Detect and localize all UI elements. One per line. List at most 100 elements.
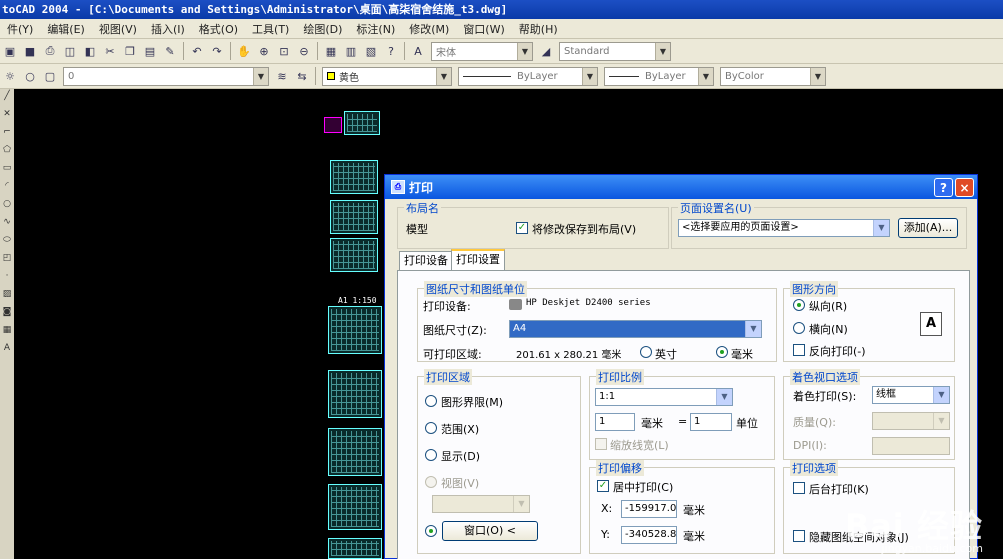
inch-radio[interactable] — [640, 346, 652, 358]
redo-icon[interactable]: ↷ — [208, 42, 226, 60]
window-radio[interactable] — [425, 525, 437, 537]
print-icon[interactable]: ⎙ — [41, 42, 59, 60]
chevron-down-icon: ▼ — [513, 496, 529, 512]
font-combo[interactable]: 宋体 ▼ — [431, 41, 533, 61]
point-icon[interactable]: · — [1, 271, 13, 287]
background-plot-checkbox[interactable] — [793, 482, 805, 494]
linetype-combo[interactable]: ByLayer ▼ — [458, 66, 598, 86]
zoom-previous-icon[interactable]: ⊖ — [295, 42, 313, 60]
scale-unit-input[interactable]: 1 — [690, 413, 732, 431]
drawing-sheet-1 — [330, 160, 378, 194]
tab-plot-device[interactable]: 打印设备 — [399, 251, 453, 271]
properties-icon[interactable]: ▦ — [322, 42, 340, 60]
menu-tools[interactable]: 工具(T) — [245, 21, 296, 37]
zoom-realtime-icon[interactable]: ⊕ — [255, 42, 273, 60]
menu-file[interactable]: 件(Y) — [0, 21, 40, 37]
menu-dimension[interactable]: 标注(N) — [349, 21, 402, 37]
dialog-titlebar[interactable]: ⎙ 打印 — [385, 175, 977, 199]
color-combo[interactable]: 黄色 ▼ — [322, 66, 452, 86]
menu-help[interactable]: 帮助(H) — [512, 21, 565, 37]
view-radio[interactable] — [425, 476, 437, 488]
hide-paperspace-checkbox[interactable] — [793, 530, 805, 542]
preview-icon[interactable]: ◫ — [61, 42, 79, 60]
help-icon[interactable]: ? — [382, 42, 400, 60]
dialog-title: 打印 — [409, 180, 434, 195]
menu-format[interactable]: 格式(O) — [192, 21, 245, 37]
portrait-radio[interactable] — [793, 299, 805, 311]
menu-edit[interactable]: 编辑(E) — [40, 21, 92, 37]
save-icon[interactable]: ■ — [21, 42, 39, 60]
extents-radio[interactable] — [425, 422, 437, 434]
menu-modify[interactable]: 修改(M) — [402, 21, 456, 37]
window-pick-button[interactable]: 窗口(O) < — [442, 521, 538, 541]
line-icon[interactable]: ╱ — [1, 91, 13, 107]
scale-mm-input[interactable]: 1 — [595, 413, 635, 431]
menu-draw[interactable]: 绘图(D) — [296, 21, 349, 37]
plot-area-group: 打印区域 图形界限(M) 范围(X) 显示(D) 视图(V) ▼ 窗口(O) < — [417, 369, 581, 554]
zoom-window-icon[interactable]: ⊡ — [275, 42, 293, 60]
construction-line-icon[interactable]: ✕ — [1, 109, 13, 125]
match-prop-icon[interactable]: ✎ — [161, 42, 179, 60]
offset-x-input[interactable]: -159917.0 — [621, 500, 677, 518]
tab-plot-settings[interactable]: 打印设置 — [451, 249, 505, 271]
drawing-sheet-3 — [330, 238, 378, 272]
paper-size-select[interactable]: A4 ▼ — [509, 320, 762, 338]
copy-icon[interactable]: ❐ — [121, 42, 139, 60]
view-select[interactable]: ▼ — [432, 495, 530, 513]
limits-radio[interactable] — [425, 395, 437, 407]
chevron-down-icon: ▼ — [716, 389, 732, 405]
new-icon[interactable]: ▣ — [1, 42, 19, 60]
dpi-input[interactable] — [872, 437, 950, 455]
layer-manager-icon[interactable]: ≋ — [273, 67, 291, 85]
tool-palette-icon[interactable]: ▧ — [362, 42, 380, 60]
mtext-icon[interactable]: A — [1, 343, 13, 359]
save-to-layout-label: 将修改保存到布局(V) — [532, 223, 637, 236]
page-setup-select[interactable]: <选择要应用的页面设置> ▼ — [678, 219, 890, 237]
help-button[interactable]: ? — [934, 178, 953, 197]
mm-radio[interactable] — [716, 346, 728, 358]
rectangle-icon[interactable]: ▭ — [1, 163, 13, 179]
polyline-icon[interactable]: ⌐ — [1, 127, 13, 143]
center-plot-checkbox[interactable]: ✓ — [597, 480, 609, 492]
publish-icon[interactable]: ◧ — [81, 42, 99, 60]
style-combo[interactable]: Standard ▼ — [559, 41, 671, 61]
arc-icon[interactable]: ◜ — [1, 181, 13, 197]
text-style-icon[interactable]: A — [409, 42, 427, 60]
add-page-setup-button[interactable]: 添加(A)... — [898, 218, 958, 238]
design-center-icon[interactable]: ▥ — [342, 42, 360, 60]
lineweight-combo[interactable]: ByLayer ▼ — [604, 66, 714, 86]
display-radio[interactable] — [425, 449, 437, 461]
plotstyle-combo[interactable]: ByColor ▼ — [720, 66, 826, 86]
drawing-sheet-2 — [330, 200, 378, 234]
layer-previous-icon[interactable]: ⇆ — [293, 67, 311, 85]
quality-select[interactable]: ▼ — [872, 412, 950, 430]
close-button[interactable]: × — [955, 178, 974, 197]
offset-y-input[interactable]: -340528.8 — [621, 526, 677, 544]
paper-size-group: 图纸尺寸和图纸单位 打印设备: HP Deskjet D2400 series … — [417, 281, 777, 362]
block-icon[interactable]: ◰ — [1, 253, 13, 269]
scale-lineweights-checkbox[interactable] — [595, 438, 607, 450]
polygon-icon[interactable]: ⬠ — [1, 145, 13, 161]
undo-icon[interactable]: ↶ — [188, 42, 206, 60]
cut-icon[interactable]: ✂ — [101, 42, 119, 60]
shade-plot-select[interactable]: 线框 ▼ — [872, 386, 950, 404]
ellipse-icon[interactable]: ⬭ — [1, 235, 13, 251]
printer-icon: ⎙ — [391, 180, 405, 194]
layer-combo[interactable]: 0 ▼ — [63, 66, 269, 86]
pan-icon[interactable]: ✋ — [235, 42, 253, 60]
menu-view[interactable]: 视图(V) — [92, 21, 144, 37]
sheet-scale-label: A1 1:150 — [338, 296, 377, 305]
save-to-layout-checkbox[interactable]: ✓ — [516, 222, 528, 234]
landscape-radio[interactable] — [793, 322, 805, 334]
reverse-print-checkbox[interactable] — [793, 344, 805, 356]
menu-insert[interactable]: 插入(I) — [144, 21, 192, 37]
region-icon[interactable]: ◙ — [1, 307, 13, 323]
paste-icon[interactable]: ▤ — [141, 42, 159, 60]
circle-icon[interactable]: ○ — [1, 199, 13, 215]
menu-window[interactable]: 窗口(W) — [456, 21, 511, 37]
spline-icon[interactable]: ∿ — [1, 217, 13, 233]
scale-select[interactable]: 1:1 ▼ — [595, 388, 733, 406]
dim-style-icon[interactable]: ◢ — [537, 42, 555, 60]
hatch-icon[interactable]: ▨ — [1, 289, 13, 305]
table-icon[interactable]: ▦ — [1, 325, 13, 341]
